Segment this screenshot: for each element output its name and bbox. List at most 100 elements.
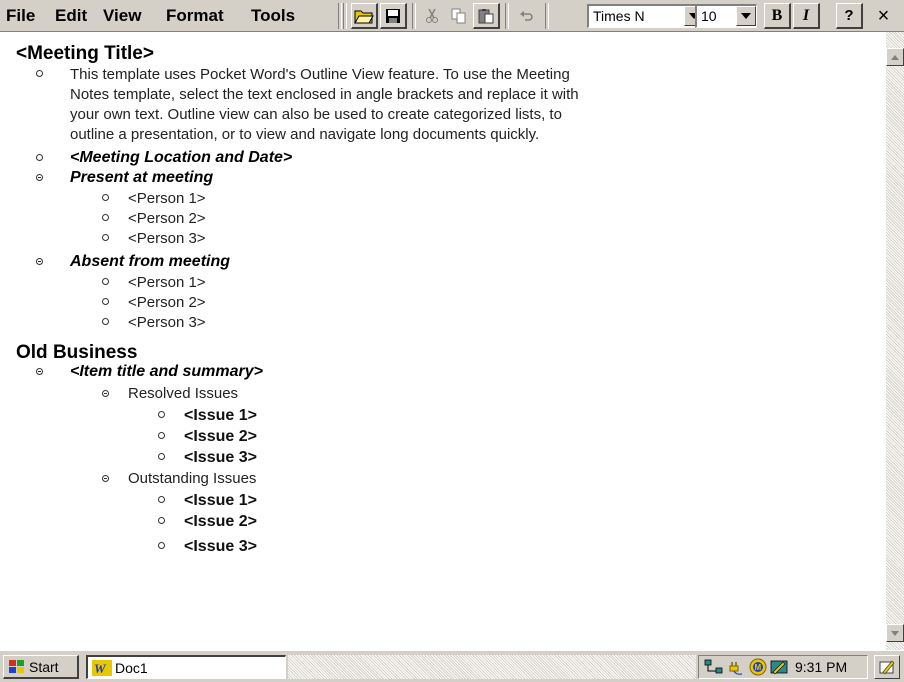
close-button[interactable]: × [870, 3, 897, 29]
show-desktop-button[interactable] [874, 655, 900, 679]
svg-text:M: M [755, 663, 762, 672]
messenger-icon[interactable]: M [749, 658, 767, 676]
paste-icon [478, 8, 494, 23]
intro-line-3: your own text. Outline view can also be … [70, 106, 562, 123]
paste-button[interactable] [473, 3, 500, 29]
absent-person-1: <Person 1> [128, 274, 206, 291]
desktop-pen-icon [879, 660, 895, 675]
outline-bullet-icon [102, 298, 109, 305]
undo-button[interactable] [513, 3, 540, 29]
taskbar-item-label: Doc1 [115, 659, 148, 676]
save-button[interactable] [380, 3, 407, 29]
svg-text:W: W [94, 661, 107, 676]
intro-line-1: This template uses Pocket Word's Outline… [70, 66, 570, 83]
chevron-down-icon [741, 13, 751, 19]
italic-label: I [802, 6, 810, 24]
outstanding-issue-3: <Issue 3> [184, 538, 257, 555]
cut-button[interactable] [418, 3, 445, 29]
absent-person-2: <Person 2> [128, 294, 206, 311]
location-date: <Meeting Location and Date> [70, 149, 293, 166]
copy-icon [451, 8, 465, 24]
outline-bullet-icon [158, 411, 165, 418]
bold-label: B [771, 6, 783, 24]
resolved-issue-3: <Issue 3> [184, 449, 257, 466]
outline-bullet-icon [158, 496, 165, 503]
collapse-bullet-icon[interactable] [36, 368, 43, 375]
collapse-bullet-icon[interactable] [102, 390, 109, 397]
present-person-3: <Person 3> [128, 230, 206, 247]
scissors-icon [425, 8, 438, 23]
collapse-bullet-icon[interactable] [36, 174, 43, 181]
outline-bullet-icon [102, 234, 109, 241]
power-plug-icon[interactable] [728, 658, 746, 676]
system-tray: M 9:31 PM [698, 655, 868, 679]
network-icon[interactable] [703, 658, 725, 676]
arrow-down-icon [891, 630, 899, 636]
vertical-scrollbar[interactable] [886, 32, 904, 650]
menu-file[interactable]: File [6, 6, 35, 26]
input-panel-icon[interactable] [770, 658, 788, 676]
font-size-value: 10 [701, 8, 717, 24]
undo-icon [519, 11, 533, 21]
open-button[interactable] [351, 3, 378, 29]
collapse-bullet-icon[interactable] [36, 258, 43, 265]
old-business-heading: Old Business [16, 342, 138, 363]
scroll-up-button[interactable] [886, 48, 904, 66]
outline-bullet-icon [102, 318, 109, 325]
font-size-select[interactable]: 10 [695, 4, 757, 28]
italic-button[interactable]: I [793, 3, 820, 29]
meeting-title: <Meeting Title> [16, 43, 154, 64]
taskbar-empty-area [288, 655, 696, 679]
outline-bullet-icon [102, 278, 109, 285]
toolbar-separator [412, 3, 416, 29]
font-name-select[interactable]: Times N [587, 4, 705, 28]
menu-edit[interactable]: Edit [55, 6, 87, 26]
help-button[interactable]: ? [836, 3, 863, 29]
outline-bullet-icon [158, 517, 165, 524]
present-heading: Present at meeting [70, 169, 214, 186]
outline-bullet-icon [102, 214, 109, 221]
close-icon: × [877, 4, 890, 27]
outstanding-heading: Outstanding Issues [128, 470, 257, 487]
scroll-down-button[interactable] [886, 624, 904, 642]
toolbar-separator [505, 3, 509, 29]
font-name-value: Times N [593, 8, 645, 24]
toolbar-separator [545, 3, 549, 29]
bold-button[interactable]: B [764, 3, 791, 29]
toolbar-separator [343, 3, 347, 29]
copy-button[interactable] [445, 3, 472, 29]
resolved-heading: Resolved Issues [128, 385, 239, 402]
document-area[interactable]: <Meeting Title> This template uses Pocke… [0, 32, 886, 650]
menu-format[interactable]: Format [166, 6, 224, 26]
save-disk-icon [386, 8, 400, 23]
font-size-dropdown-arrow[interactable] [736, 6, 756, 26]
arrow-up-icon [891, 54, 899, 60]
intro-line-2: Notes template, select the text enclosed… [70, 86, 579, 103]
outline-bullet-icon [158, 453, 165, 460]
outline-bullet-icon [158, 432, 165, 439]
intro-line-4: outline a presentation, or to view and n… [70, 126, 540, 143]
outstanding-issue-1: <Issue 1> [184, 492, 257, 509]
outline-bullet-icon [36, 70, 43, 77]
outstanding-issue-2: <Issue 2> [184, 513, 257, 530]
menu-toolbar: File Edit View Format Tools Times N 10 B… [0, 0, 904, 32]
menu-tools[interactable]: Tools [251, 6, 295, 26]
pocket-word-icon: W [92, 659, 112, 676]
windows-flag-icon [9, 659, 24, 673]
resolved-issue-1: <Issue 1> [184, 407, 257, 424]
taskbar-item-doc1[interactable]: W Doc1 [86, 655, 286, 679]
outline-bullet-icon [102, 194, 109, 201]
absent-person-3: <Person 3> [128, 314, 206, 331]
present-person-2: <Person 2> [128, 210, 206, 227]
start-label: Start [29, 658, 59, 675]
open-folder-icon [354, 10, 374, 23]
collapse-bullet-icon[interactable] [102, 475, 109, 482]
item-title: <Item title and summary> [70, 363, 263, 380]
menu-view[interactable]: View [103, 6, 141, 26]
help-label: ? [844, 7, 854, 24]
taskbar: Start W Doc1 M 9:31 PM [0, 650, 904, 682]
resolved-issue-2: <Issue 2> [184, 428, 257, 445]
start-button[interactable]: Start [3, 655, 79, 679]
outline-bullet-icon [158, 542, 165, 549]
clock[interactable]: 9:31 PM [795, 659, 847, 675]
